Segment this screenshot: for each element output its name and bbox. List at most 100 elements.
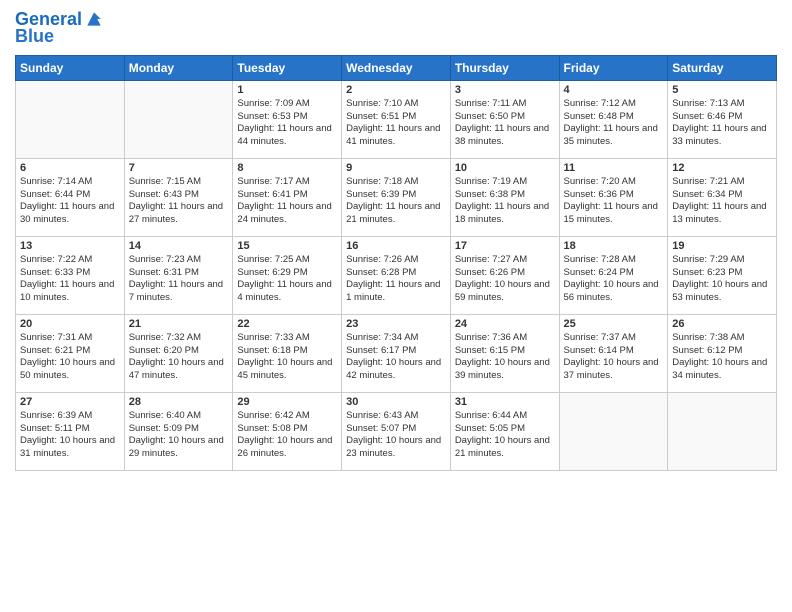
day-number: 22 [237,318,337,330]
day-number: 4 [564,84,664,96]
day-info: Sunrise: 6:40 AMSunset: 5:09 PMDaylight:… [129,410,229,461]
col-header-tuesday: Tuesday [233,55,342,80]
col-header-friday: Friday [559,55,668,80]
day-number: 10 [455,162,555,174]
calendar-cell: 14 Sunrise: 7:23 AMSunset: 6:31 PMDayligh… [124,236,233,314]
day-info: Sunrise: 7:31 AMSunset: 6:21 PMDaylight:… [20,332,120,383]
day-info: Sunrise: 7:25 AMSunset: 6:29 PMDaylight:… [237,254,337,305]
day-number: 21 [129,318,229,330]
col-header-wednesday: Wednesday [342,55,451,80]
day-info: Sunrise: 6:44 AMSunset: 5:05 PMDaylight:… [455,410,555,461]
day-info: Sunrise: 7:21 AMSunset: 6:34 PMDaylight:… [672,176,772,227]
day-number: 17 [455,240,555,252]
day-info: Sunrise: 7:26 AMSunset: 6:28 PMDaylight:… [346,254,446,305]
calendar-cell: 2 Sunrise: 7:10 AMSunset: 6:51 PMDaylight… [342,80,451,158]
col-header-monday: Monday [124,55,233,80]
calendar-cell: 24Sunrise: 7:36 AMSunset: 6:15 PMDayligh… [450,314,559,392]
calendar-cell: 13 Sunrise: 7:22 AMSunset: 6:33 PMDayligh… [16,236,125,314]
day-info: Sunrise: 7:20 AMSunset: 6:36 PMDaylight:… [564,176,664,227]
day-info: Sunrise: 7:11 AMSunset: 6:50 PMDaylight:… [455,98,555,149]
day-info: Sunrise: 7:38 AMSunset: 6:12 PMDaylight:… [672,332,772,383]
day-number: 3 [455,84,555,96]
day-info: Sunrise: 7:29 AMSunset: 6:23 PMDaylight:… [672,254,772,305]
calendar-cell [668,392,777,470]
day-info: Sunrise: 7:13 AMSunset: 6:46 PMDaylight:… [672,98,772,149]
day-info: Sunrise: 7:09 AMSunset: 6:53 PMDaylight:… [237,98,337,149]
header: General Blue [15,10,777,47]
day-info: Sunrise: 7:27 AMSunset: 6:26 PMDaylight:… [455,254,555,305]
calendar-cell [559,392,668,470]
calendar-cell: 5 Sunrise: 7:13 AMSunset: 6:46 PMDaylight… [668,80,777,158]
col-header-saturday: Saturday [668,55,777,80]
calendar-cell: 11 Sunrise: 7:20 AMSunset: 6:36 PMDayligh… [559,158,668,236]
calendar-cell: 31 Sunrise: 6:44 AMSunset: 5:05 PMDayligh… [450,392,559,470]
day-info: Sunrise: 7:18 AMSunset: 6:39 PMDaylight:… [346,176,446,227]
day-info: Sunrise: 7:22 AMSunset: 6:33 PMDaylight:… [20,254,120,305]
calendar-cell: 1 Sunrise: 7:09 AMSunset: 6:53 PMDaylight… [233,80,342,158]
day-number: 5 [672,84,772,96]
page-container: General Blue SundayMondayTuesdayWednesda… [0,0,792,481]
calendar-cell: 12 Sunrise: 7:21 AMSunset: 6:34 PMDayligh… [668,158,777,236]
week-row-1: 1 Sunrise: 7:09 AMSunset: 6:53 PMDaylight… [16,80,777,158]
day-info: Sunrise: 7:34 AMSunset: 6:17 PMDaylight:… [346,332,446,383]
calendar-cell: 27Sunrise: 6:39 AMSunset: 5:11 PMDayligh… [16,392,125,470]
week-row-3: 13 Sunrise: 7:22 AMSunset: 6:33 PMDayligh… [16,236,777,314]
day-info: Sunrise: 7:12 AMSunset: 6:48 PMDaylight:… [564,98,664,149]
day-info: Sunrise: 7:23 AMSunset: 6:31 PMDaylight:… [129,254,229,305]
calendar-cell: 4 Sunrise: 7:12 AMSunset: 6:48 PMDaylight… [559,80,668,158]
day-number: 11 [564,162,664,174]
calendar-cell: 30Sunrise: 6:43 AMSunset: 5:07 PMDayligh… [342,392,451,470]
calendar-cell: 8 Sunrise: 7:17 AMSunset: 6:41 PMDaylight… [233,158,342,236]
calendar-cell: 22 Sunrise: 7:33 AMSunset: 6:18 PMDayligh… [233,314,342,392]
day-number: 28 [129,396,229,408]
calendar-cell: 29Sunrise: 6:42 AMSunset: 5:08 PMDayligh… [233,392,342,470]
day-info: Sunrise: 7:15 AMSunset: 6:43 PMDaylight:… [129,176,229,227]
day-number: 12 [672,162,772,174]
calendar-cell: 7 Sunrise: 7:15 AMSunset: 6:43 PMDaylight… [124,158,233,236]
calendar-cell: 15 Sunrise: 7:25 AMSunset: 6:29 PMDayligh… [233,236,342,314]
calendar-cell [16,80,125,158]
day-number: 13 [20,240,120,252]
calendar-cell: 26 Sunrise: 7:38 AMSunset: 6:12 PMDayligh… [668,314,777,392]
day-number: 7 [129,162,229,174]
day-info: Sunrise: 6:43 AMSunset: 5:07 PMDaylight:… [346,410,446,461]
day-number: 16 [346,240,446,252]
day-number: 15 [237,240,337,252]
day-number: 29 [237,396,337,408]
calendar-cell: 21Sunrise: 7:32 AMSunset: 6:20 PMDayligh… [124,314,233,392]
calendar-cell: 3 Sunrise: 7:11 AMSunset: 6:50 PMDaylight… [450,80,559,158]
logo-icon [84,9,104,29]
calendar-cell: 25Sunrise: 7:37 AMSunset: 6:14 PMDayligh… [559,314,668,392]
day-info: Sunrise: 7:14 AMSunset: 6:44 PMDaylight:… [20,176,120,227]
calendar-table: SundayMondayTuesdayWednesdayThursdayFrid… [15,55,777,471]
day-number: 20 [20,318,120,330]
week-row-4: 20 Sunrise: 7:31 AMSunset: 6:21 PMDayligh… [16,314,777,392]
day-number: 2 [346,84,446,96]
week-row-5: 27Sunrise: 6:39 AMSunset: 5:11 PMDayligh… [16,392,777,470]
calendar-cell: 16 Sunrise: 7:26 AMSunset: 6:28 PMDayligh… [342,236,451,314]
day-number: 27 [20,396,120,408]
day-info: Sunrise: 7:10 AMSunset: 6:51 PMDaylight:… [346,98,446,149]
day-number: 6 [20,162,120,174]
day-number: 8 [237,162,337,174]
calendar-cell: 20 Sunrise: 7:31 AMSunset: 6:21 PMDayligh… [16,314,125,392]
day-info: Sunrise: 7:33 AMSunset: 6:18 PMDaylight:… [237,332,337,383]
day-number: 31 [455,396,555,408]
col-header-sunday: Sunday [16,55,125,80]
calendar-cell: 19Sunrise: 7:29 AMSunset: 6:23 PMDayligh… [668,236,777,314]
day-number: 24 [455,318,555,330]
header-row: SundayMondayTuesdayWednesdayThursdayFrid… [16,55,777,80]
calendar-cell: 23Sunrise: 7:34 AMSunset: 6:17 PMDayligh… [342,314,451,392]
day-info: Sunrise: 7:17 AMSunset: 6:41 PMDaylight:… [237,176,337,227]
logo: General Blue [15,10,104,47]
day-number: 1 [237,84,337,96]
day-number: 9 [346,162,446,174]
day-info: Sunrise: 7:28 AMSunset: 6:24 PMDaylight:… [564,254,664,305]
day-number: 26 [672,318,772,330]
calendar-cell: 17 Sunrise: 7:27 AMSunset: 6:26 PMDayligh… [450,236,559,314]
calendar-cell: 6 Sunrise: 7:14 AMSunset: 6:44 PMDaylight… [16,158,125,236]
col-header-thursday: Thursday [450,55,559,80]
calendar-cell [124,80,233,158]
day-number: 14 [129,240,229,252]
calendar-cell: 28 Sunrise: 6:40 AMSunset: 5:09 PMDayligh… [124,392,233,470]
